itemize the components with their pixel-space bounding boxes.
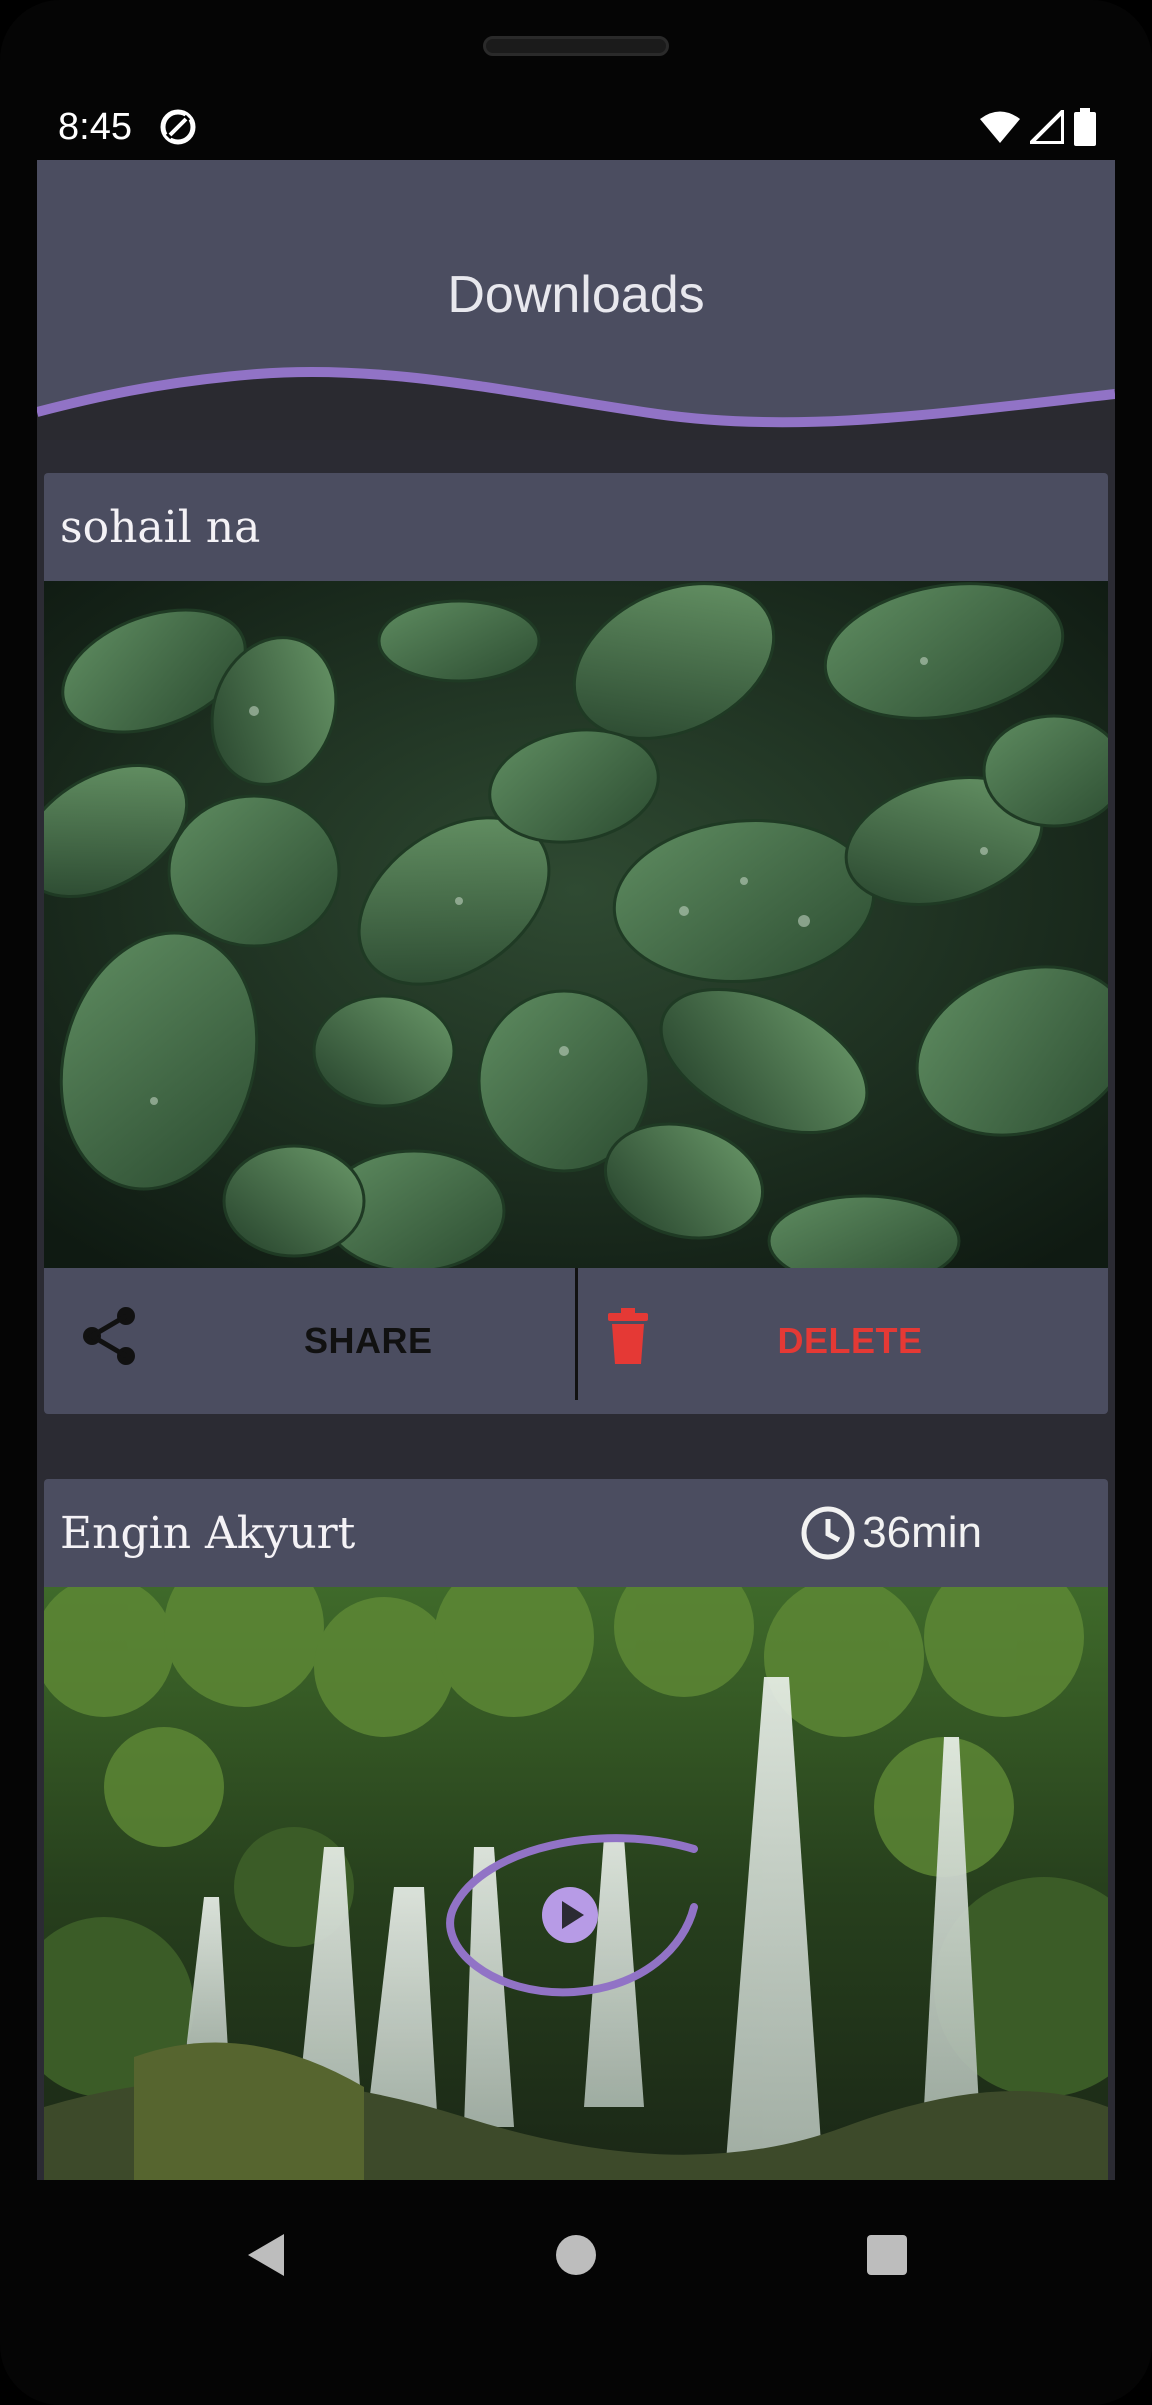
play-icon: [542, 1887, 598, 1943]
earpiece-speaker: [483, 36, 669, 56]
wifi-icon: [980, 111, 1020, 143]
photo-leaves[interactable]: [44, 581, 1108, 1268]
download-card[interactable]: Engin Akyurt 36min: [44, 1479, 1108, 2180]
author-name: sohail na: [60, 501, 261, 553]
leaves-image: [44, 581, 1108, 1268]
share-button[interactable]: SHARE: [44, 1268, 575, 1414]
play-overlay[interactable]: [424, 1827, 724, 2007]
video-thumbnail[interactable]: [44, 1587, 1108, 2180]
app-bar: Downloads: [37, 160, 1115, 440]
signal-icon: [1030, 110, 1064, 144]
card-header: sohail na: [44, 473, 1108, 581]
clock-icon: [801, 1506, 855, 1560]
back-icon: [248, 2234, 284, 2276]
card-actions: SHARE DELETE: [44, 1268, 1108, 1414]
nav-home-button[interactable]: [536, 2180, 616, 2330]
nav-recents-button[interactable]: [847, 2180, 927, 2330]
page-title: Downloads: [447, 266, 705, 324]
home-icon: [556, 2235, 596, 2275]
app-screen: Downloads sohail na SHARE DELETE Engin A…: [37, 160, 1115, 2180]
nav-back-button[interactable]: [225, 2180, 305, 2330]
delete-button[interactable]: DELETE: [578, 1268, 1109, 1414]
duration-text: 36min: [862, 1508, 982, 1557]
recents-icon: [867, 2235, 907, 2275]
share-icon: [83, 1307, 135, 1365]
delete-label: DELETE: [777, 1320, 923, 1361]
download-card[interactable]: sohail na SHARE DELETE: [44, 473, 1108, 1414]
phone-frame: 8:45 Downloads sohail na SHARE DELETE En…: [0, 0, 1152, 2405]
status-time: 8:45: [58, 105, 132, 148]
share-label: SHARE: [304, 1320, 433, 1361]
trash-icon: [607, 1308, 648, 1364]
author-name: Engin Akyurt: [60, 1507, 356, 1559]
status-bar: 8:45: [38, 92, 1114, 162]
navigation-bar: [0, 2180, 1152, 2330]
battery-icon: [1074, 108, 1096, 146]
card-header: Engin Akyurt 36min: [44, 1479, 1108, 1587]
sync-icon: [160, 109, 196, 145]
duration: 36min: [800, 1505, 982, 1561]
